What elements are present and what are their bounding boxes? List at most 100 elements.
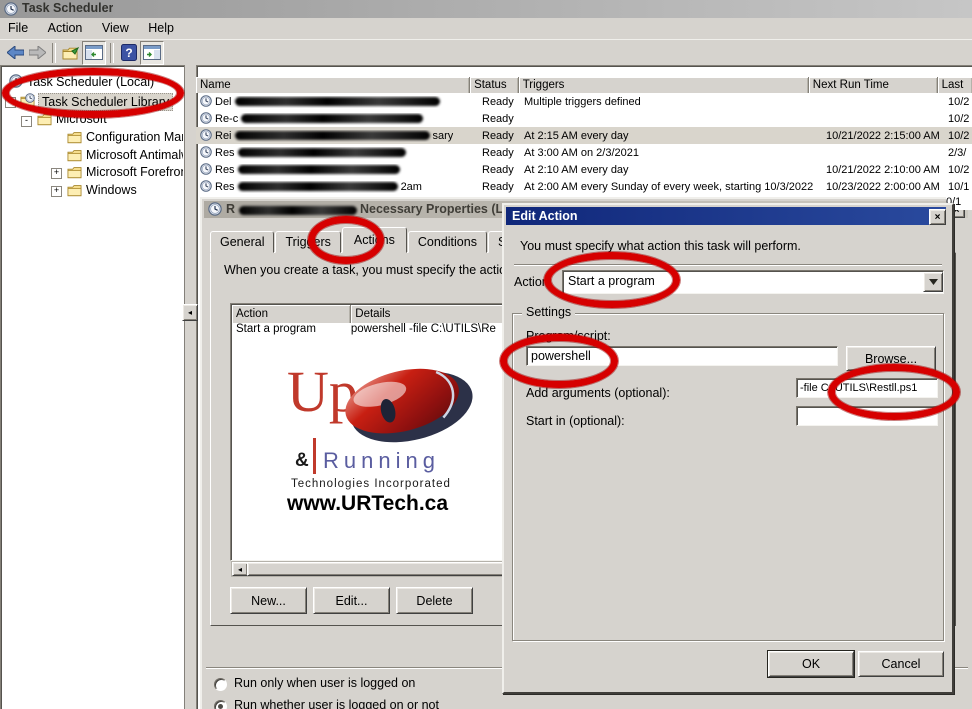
- tree-item-task-scheduler-local[interactable]: Task Scheduler (Local): [27, 75, 182, 89]
- task-status: Ready: [482, 181, 522, 193]
- program-script-label: Program/script:: [526, 329, 611, 343]
- action-cell: Start a program: [232, 323, 351, 339]
- ok-button[interactable]: OK: [768, 651, 854, 677]
- action-pane-icon: [143, 45, 161, 60]
- add-arguments-input[interactable]: [796, 378, 938, 398]
- toolbar: ?: [0, 40, 972, 66]
- radio-run-only-logged-on[interactable]: [214, 678, 227, 691]
- menu-file[interactable]: File: [0, 18, 36, 38]
- action-dropdown[interactable]: Start a program: [562, 270, 944, 294]
- tab-general[interactable]: General: [210, 231, 274, 253]
- tree-item-windows[interactable]: Windows: [86, 183, 183, 197]
- expander-windows[interactable]: +: [51, 186, 62, 197]
- library-clock-badge-icon: [25, 93, 35, 103]
- settings-group-label: Settings: [522, 305, 575, 319]
- console-tree-toggle-button[interactable]: [82, 41, 106, 65]
- edit-action-button[interactable]: Edit...: [313, 587, 390, 614]
- tree-item-task-scheduler-library[interactable]: Task Scheduler Library: [38, 93, 173, 111]
- task-triggers: At 2:00 AM every Sunday of every week, s…: [524, 181, 818, 193]
- folder-icon: [67, 149, 82, 162]
- action-dropdown-value: Start a program: [568, 274, 908, 288]
- tree-item-microsoft[interactable]: Microsoft: [56, 112, 107, 126]
- expander-library[interactable]: -: [5, 97, 16, 108]
- task-last-run: 10/2: [948, 164, 972, 176]
- redacted-name: [235, 131, 430, 140]
- help-button[interactable]: ?: [118, 42, 140, 64]
- menu-view[interactable]: View: [94, 18, 137, 38]
- logo-url: www.URTech.ca: [287, 492, 448, 516]
- back-button[interactable]: [4, 42, 26, 64]
- tree-item-microsoft-antimalware[interactable]: Microsoft Antimalwa: [86, 148, 183, 162]
- task-next-run: 10/21/2022 2:10:00 AM: [826, 164, 944, 176]
- browse-button[interactable]: Browse...: [846, 346, 936, 371]
- toolbar-separator: [52, 43, 56, 63]
- action-label: Action:: [514, 275, 552, 289]
- task-clock-icon: [200, 163, 212, 175]
- menu-action[interactable]: Action: [40, 18, 91, 38]
- properties-title-prefix: R: [226, 202, 235, 216]
- column-header-status[interactable]: Status: [470, 77, 519, 93]
- logo-ampersand: &: [295, 450, 309, 472]
- task-row[interactable]: Re-c Ready 10/2: [196, 110, 972, 127]
- tree-item-microsoft-forefront[interactable]: Microsoft Forefront: [86, 165, 183, 179]
- column-header-last-run-time[interactable]: Last: [938, 77, 972, 93]
- expander-forefront[interactable]: +: [51, 168, 62, 179]
- column-header-triggers[interactable]: Triggers: [519, 77, 809, 93]
- start-in-input[interactable]: [796, 406, 938, 426]
- program-script-input[interactable]: [526, 346, 838, 366]
- action-pane-toggle-button[interactable]: [140, 41, 164, 65]
- task-last-run: 10/2: [948, 130, 972, 142]
- edit-action-description: You must specify what action this task w…: [520, 239, 940, 253]
- edit-action-close-button[interactable]: ×: [929, 209, 946, 225]
- new-action-button[interactable]: New...: [230, 587, 307, 614]
- edit-action-dialog: Edit Action × You must specify what acti…: [502, 203, 954, 694]
- mouse-graphic: [331, 354, 483, 450]
- task-row[interactable]: Del Ready Multiple triggers defined 10/2: [196, 93, 972, 110]
- task-status: Ready: [482, 130, 522, 142]
- task-scheduler-window: Task Scheduler File Action View Help ?: [0, 0, 972, 709]
- console-tree-panel: Task Scheduler (Local) - Task Scheduler …: [0, 65, 186, 709]
- folder-icon: [37, 113, 52, 126]
- folder-icon: [67, 131, 82, 144]
- splitter-collapse-button[interactable]: ◂: [182, 304, 198, 321]
- scroll-left-button[interactable]: ◂: [232, 562, 248, 576]
- expander-microsoft[interactable]: -: [21, 116, 32, 127]
- redacted-name: [238, 182, 398, 191]
- task-last-run: 10/2: [948, 113, 972, 125]
- task-next-run: 10/21/2022 2:15:00 AM: [826, 130, 944, 142]
- start-in-label: Start in (optional):: [526, 414, 625, 428]
- edit-action-title: Edit Action: [512, 209, 578, 223]
- task-row-selected[interactable]: Reisary Ready At 2:15 AM every day 10/21…: [196, 127, 972, 144]
- column-header-next-run-time[interactable]: Next Run Time: [809, 77, 938, 93]
- redacted-title: [239, 206, 357, 215]
- tab-conditions[interactable]: Conditions: [408, 231, 487, 253]
- redacted-name: [238, 148, 406, 157]
- edit-action-title-bar: Edit Action ×: [506, 207, 946, 225]
- dropdown-arrow-icon[interactable]: [923, 272, 943, 292]
- delete-action-button[interactable]: Delete: [396, 587, 473, 614]
- toolbar-separator: [110, 43, 114, 63]
- forward-button[interactable]: [26, 42, 48, 64]
- task-clock-icon: [200, 129, 212, 141]
- task-row[interactable]: Res2am Ready At 2:00 AM every Sunday of …: [196, 178, 972, 195]
- folder-icon: [67, 166, 82, 179]
- task-row[interactable]: Res Ready At 2:10 AM every day 10/21/202…: [196, 161, 972, 178]
- task-triggers: At 2:15 AM every day: [524, 130, 818, 142]
- task-last-run: 10/2: [948, 96, 972, 108]
- column-header-name[interactable]: Name: [196, 77, 470, 93]
- tree-item-configuration-manager[interactable]: Configuration Manag: [86, 130, 183, 144]
- task-row[interactable]: Res Ready At 3:00 AM on 2/3/2021 2/3/: [196, 144, 972, 161]
- action-column-header[interactable]: Action: [232, 305, 351, 323]
- task-clock-icon: [200, 146, 212, 158]
- task-clock-icon: [200, 112, 212, 124]
- tab-actions[interactable]: Actions: [342, 227, 407, 253]
- export-list-button[interactable]: [60, 42, 82, 64]
- menu-help[interactable]: Help: [140, 18, 182, 38]
- radio-run-whether-logged-on[interactable]: [214, 700, 227, 709]
- radio-label: Run whether user is logged on or not: [234, 698, 594, 709]
- logo-red-bar: [313, 438, 316, 474]
- task-list-header: Name Status Triggers Next Run Time Last: [196, 77, 972, 93]
- cancel-button[interactable]: Cancel: [858, 651, 944, 677]
- tab-triggers[interactable]: Triggers: [275, 231, 340, 253]
- add-arguments-label: Add arguments (optional):: [526, 386, 670, 400]
